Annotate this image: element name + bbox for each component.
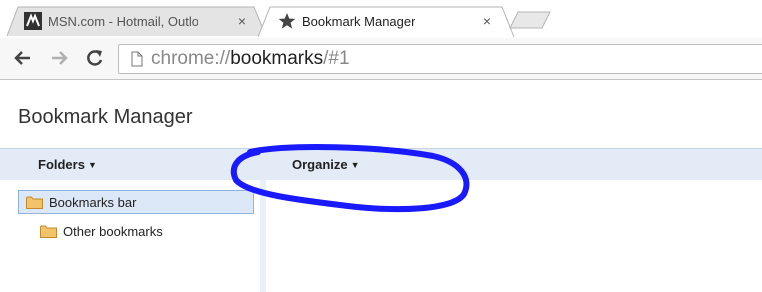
folders-menu[interactable]: Folders ▼ xyxy=(38,157,97,172)
reload-button[interactable] xyxy=(84,47,106,69)
caret-down-icon: ▼ xyxy=(87,159,97,170)
page-title: Bookmark Manager xyxy=(18,106,193,128)
page-icon xyxy=(131,51,143,67)
tree-item-bookmarks-bar[interactable]: Bookmarks bar xyxy=(18,190,254,214)
close-icon[interactable]: × xyxy=(480,14,494,28)
tab-title: Bookmark Manager xyxy=(302,13,416,29)
back-button[interactable] xyxy=(12,47,34,69)
star-icon xyxy=(278,12,296,30)
new-tab-button[interactable] xyxy=(506,6,556,36)
url-scheme: chrome:// xyxy=(151,48,231,69)
close-icon[interactable]: × xyxy=(235,14,249,28)
tree-item-other-bookmarks[interactable]: Other bookmarks xyxy=(18,219,163,243)
tree-item-label: Bookmarks bar xyxy=(49,194,137,210)
folder-icon xyxy=(40,225,57,238)
msn-icon xyxy=(24,12,42,30)
back-arrow-icon xyxy=(14,51,30,65)
url-path: /#1 xyxy=(323,48,350,69)
tab-bookmark-manager[interactable]: Bookmark Manager × xyxy=(258,6,516,37)
forward-button[interactable] xyxy=(48,47,70,69)
folders-menu-label: Folders xyxy=(38,157,85,172)
reload-icon xyxy=(87,50,103,66)
annotation-circle xyxy=(230,144,470,213)
forward-arrow-icon xyxy=(52,51,68,65)
url-host: bookmarks xyxy=(230,48,324,69)
tree-item-label: Other bookmarks xyxy=(63,223,163,239)
address-bar[interactable]: chrome://bookmarks/#1 xyxy=(118,44,762,74)
browser-toolbar: chrome://bookmarks/#1 xyxy=(0,38,762,80)
tab-strip: MSN.com - Hotmail, Outlo × Bookmark Mana… xyxy=(0,0,762,38)
folder-icon xyxy=(26,196,43,209)
url-text: chrome://bookmarks/#1 xyxy=(151,48,350,70)
tab-title: MSN.com - Hotmail, Outlo xyxy=(48,13,198,29)
tab-msn[interactable]: MSN.com - Hotmail, Outlo × xyxy=(6,6,268,36)
new-tab-shape xyxy=(509,11,551,29)
